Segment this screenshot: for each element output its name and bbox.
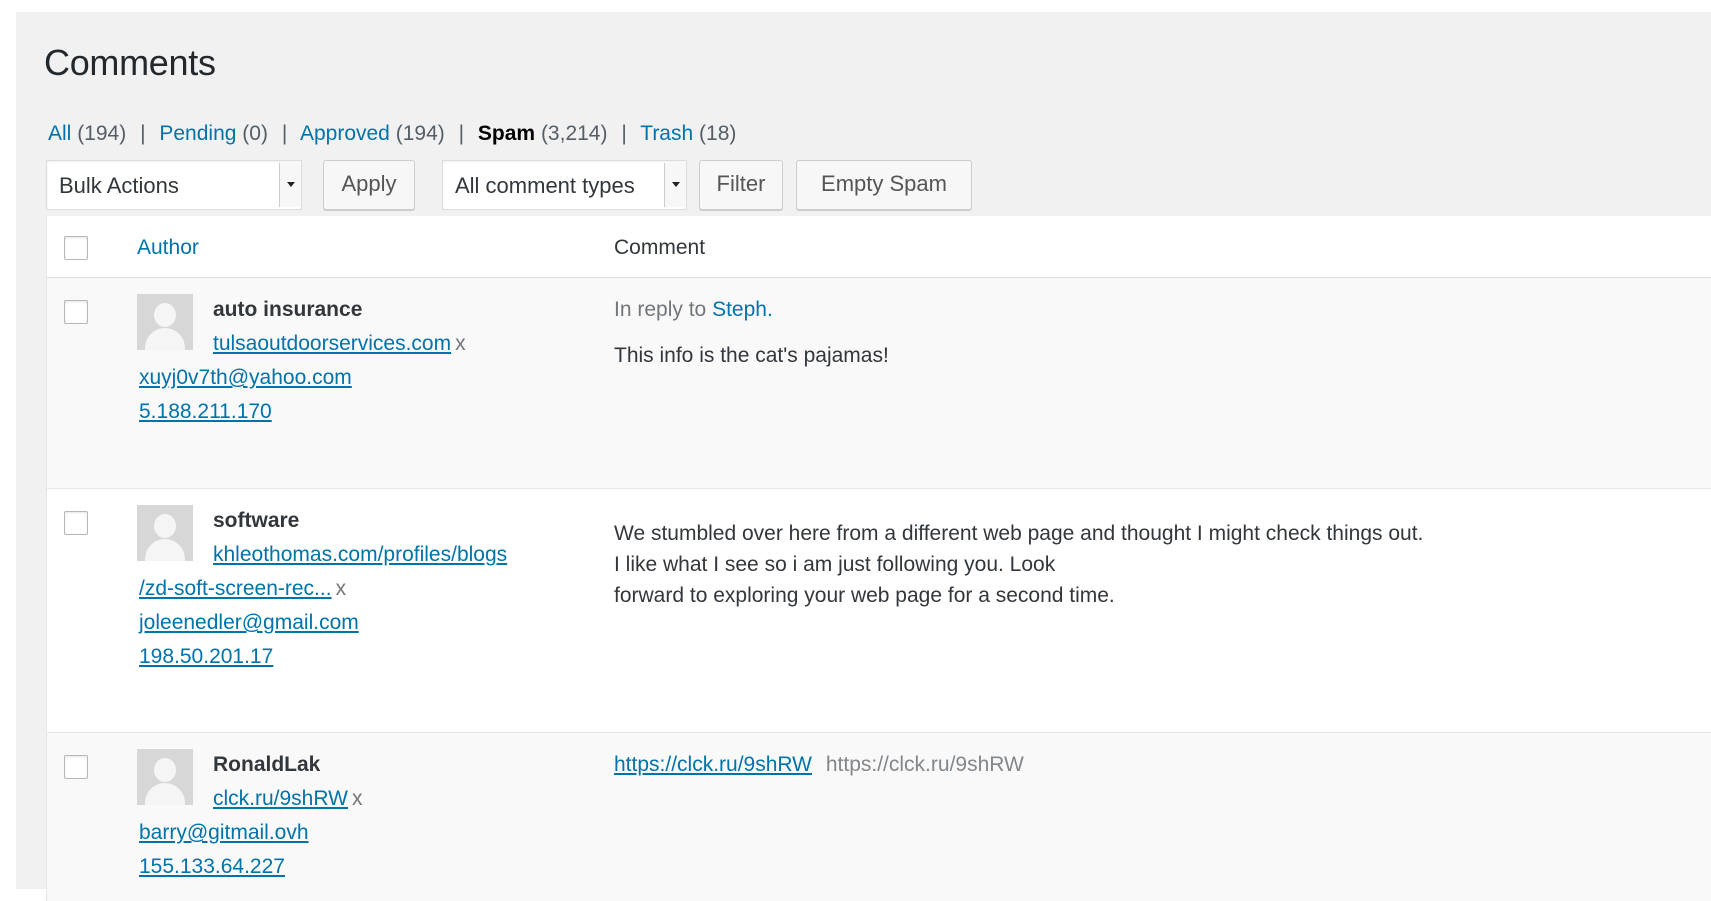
- filter-separator: |: [458, 122, 465, 145]
- reply-context: In reply to Steph.: [614, 298, 773, 322]
- comments-page: Comments All (194) | Pending (0) | Appro…: [16, 12, 1711, 901]
- comment-column-header: Comment: [614, 236, 706, 259]
- comment-line: We stumbled over here from a different w…: [614, 522, 1424, 545]
- author-url-line: clck.ru/9shRW x: [213, 787, 362, 811]
- apply-button[interactable]: Apply: [323, 160, 415, 210]
- author-url-line: /zd-soft-screen-rec... x: [139, 577, 346, 601]
- comment-line: This info is the cat's pajamas!: [614, 344, 889, 367]
- page-title: Comments: [44, 42, 216, 83]
- filter-all-link[interactable]: All: [48, 122, 71, 145]
- author-column-header[interactable]: Author: [137, 236, 199, 260]
- author-name: auto insurance: [213, 298, 363, 321]
- reply-to-link[interactable]: Steph.: [712, 298, 773, 321]
- author-ip-link[interactable]: 5.188.211.170: [139, 400, 272, 424]
- author-email-link[interactable]: xuyj0v7th@yahoo.com: [139, 366, 352, 390]
- author-url-line: tulsaoutdoorservices.com x: [213, 332, 466, 356]
- table-row: software khleothomas.com/profiles/blogs …: [47, 489, 1711, 733]
- remove-url-icon[interactable]: x: [352, 787, 363, 810]
- table-nav: Bulk Actions Apply All comment types Fil…: [46, 160, 1046, 218]
- table-row: RonaldLak clck.ru/9shRW x barry@gitmail.o…: [47, 733, 1711, 901]
- author-email-link[interactable]: barry@gitmail.ovh: [139, 821, 309, 845]
- filter-separator: |: [140, 122, 146, 145]
- comment-types-value: All comment types: [455, 173, 635, 198]
- select-all-checkbox[interactable]: [64, 236, 88, 260]
- comment-line: I like what I see so i am just following…: [614, 553, 1056, 576]
- comment-link[interactable]: https://clck.ru/9shRW: [614, 753, 812, 776]
- filter-all-count: (194): [77, 122, 127, 145]
- comment-text: https://clck.ru/9shRW https://clck.ru/9s…: [614, 749, 1024, 780]
- remove-url-icon[interactable]: x: [336, 577, 347, 600]
- filter-spam-current[interactable]: Spam: [478, 122, 535, 145]
- remove-url-icon[interactable]: x: [455, 332, 466, 355]
- author-name: software: [213, 509, 300, 532]
- table-row: auto insurance tulsaoutdoorservices.com x…: [47, 278, 1711, 489]
- chevron-down-icon: [279, 163, 301, 207]
- filter-pending-count: (0): [242, 122, 268, 145]
- filter-pending-link[interactable]: Pending: [159, 122, 236, 145]
- comments-table: Author Comment auto insurance tulsaoutdo…: [46, 216, 1711, 901]
- filter-separator: |: [621, 122, 627, 145]
- avatar: [137, 294, 193, 350]
- author-name: RonaldLak: [213, 753, 321, 776]
- comment-plain-url: https://clck.ru/9shRW: [825, 753, 1024, 776]
- avatar: [137, 749, 193, 805]
- avatar: [137, 505, 193, 561]
- filter-button[interactable]: Filter: [699, 160, 783, 210]
- row-checkbox[interactable]: [64, 511, 88, 535]
- row-checkbox[interactable]: [64, 300, 88, 324]
- filter-approved-count: (194): [395, 122, 445, 145]
- filter-trash-link[interactable]: Trash: [640, 122, 693, 145]
- comment-types-select[interactable]: All comment types: [442, 160, 687, 210]
- comment-line: forward to exploring your web page for a…: [614, 584, 1115, 607]
- author-url-link-continued[interactable]: /zd-soft-screen-rec...: [139, 577, 332, 600]
- empty-spam-button[interactable]: Empty Spam: [796, 160, 972, 210]
- filter-trash-count: (18): [699, 122, 737, 145]
- author-url-link[interactable]: clck.ru/9shRW: [213, 787, 348, 810]
- author-url-link[interactable]: tulsaoutdoorservices.com: [213, 332, 451, 355]
- screen: Comments All (194) | Pending (0) | Appro…: [0, 0, 1711, 901]
- comment-text: We stumbled over here from a different w…: [614, 518, 1423, 611]
- author-url-link[interactable]: khleothomas.com/profiles/blogs: [213, 543, 507, 567]
- filter-separator: |: [281, 122, 288, 145]
- table-header: Author Comment: [47, 216, 1711, 278]
- author-ip-link[interactable]: 198.50.201.17: [139, 645, 273, 669]
- status-filter-links: All (194) | Pending (0) | Approved (194)…: [48, 122, 736, 146]
- row-checkbox[interactable]: [64, 755, 88, 779]
- bulk-actions-value: Bulk Actions: [59, 173, 179, 198]
- filter-spam-count: (3,214): [540, 122, 608, 145]
- bulk-actions-select[interactable]: Bulk Actions: [46, 160, 302, 210]
- chevron-down-icon: [664, 163, 686, 207]
- comment-text: This info is the cat's pajamas!: [614, 340, 889, 371]
- reply-prefix: In reply to: [614, 298, 707, 321]
- filter-approved-link[interactable]: Approved: [300, 122, 390, 145]
- author-ip-link[interactable]: 155.133.64.227: [139, 855, 285, 879]
- author-email-link[interactable]: joleenedler@gmail.com: [139, 611, 359, 635]
